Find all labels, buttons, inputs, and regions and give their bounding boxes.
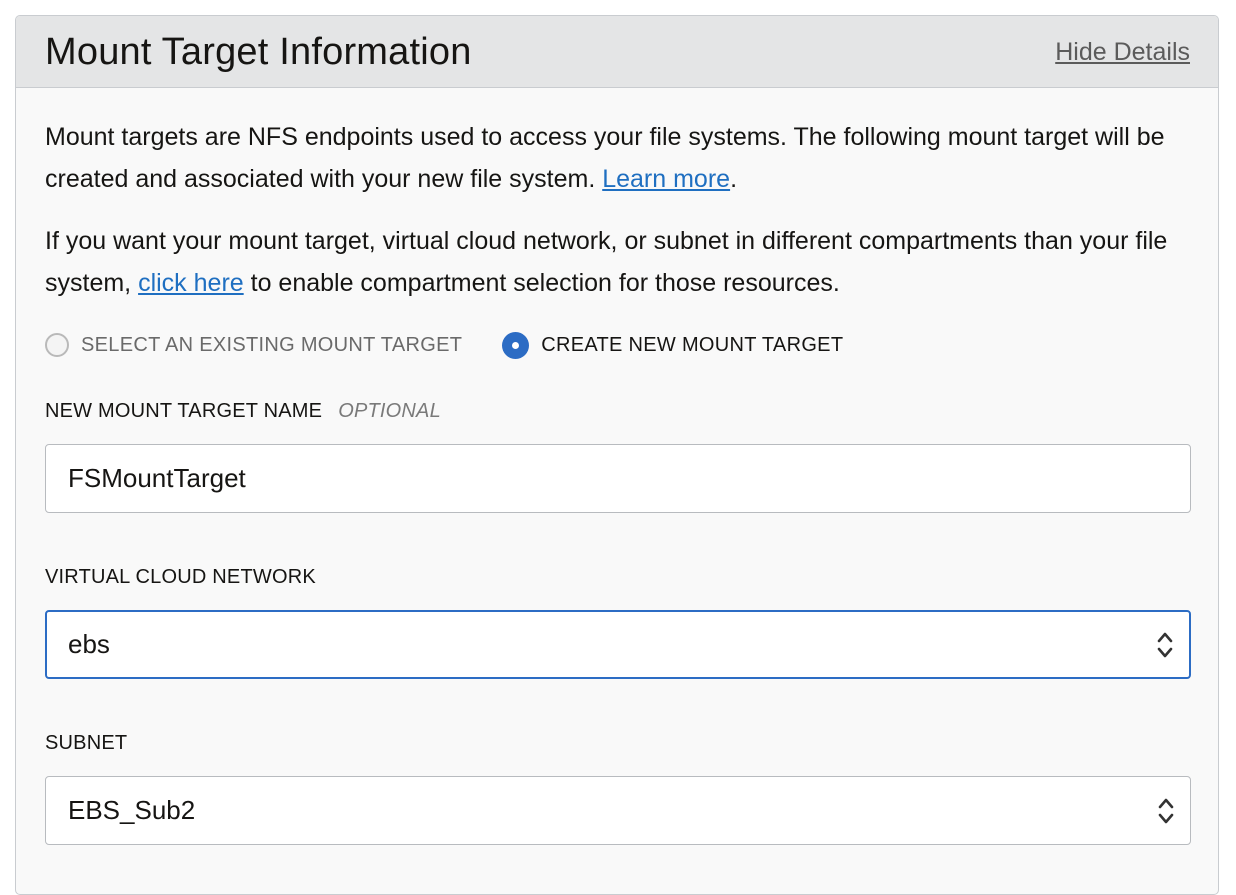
vcn-select[interactable]: ebs [45, 610, 1191, 679]
compartment-paragraph: If you want your mount target, virtual c… [45, 220, 1195, 304]
compartment-text-end: to enable compartment selection for thos… [243, 269, 840, 297]
panel-header: Mount Target Information Hide Details [16, 16, 1218, 88]
radio-label: CREATE NEW MOUNT TARGET [541, 333, 844, 356]
radio-create-new[interactable]: CREATE NEW MOUNT TARGET [502, 331, 844, 359]
radio-label: SELECT AN EXISTING MOUNT TARGET [81, 333, 463, 356]
intro-paragraph: Mount targets are NFS endpoints used to … [45, 116, 1195, 200]
subnet-select-value: EBS_Sub2 [68, 795, 196, 825]
radio-select-existing[interactable]: SELECT AN EXISTING MOUNT TARGET [45, 333, 462, 357]
radio-unchecked-icon[interactable] [45, 333, 69, 357]
mount-target-name-input[interactable]: FSMountTarget [45, 444, 1191, 513]
vcn-label: VIRTUAL CLOUD NETWORK [45, 566, 316, 588]
click-here-link[interactable]: click here [138, 269, 244, 297]
learn-more-link[interactable]: Learn more [602, 165, 730, 193]
intro-end: . [730, 165, 738, 193]
vcn-select-value: ebs [68, 629, 110, 659]
hide-details-link[interactable]: Hide Details [1055, 38, 1190, 67]
panel-title: Mount Target Information [45, 31, 472, 73]
subnet-select[interactable]: EBS_Sub2 [45, 776, 1191, 845]
mount-target-name-label: NEW MOUNT TARGET NAME OPTIONAL [45, 400, 441, 423]
field-label-text: NEW MOUNT TARGET NAME [45, 400, 323, 422]
radio-checked-icon[interactable] [502, 331, 530, 359]
chevron-up-down-icon [1157, 632, 1173, 657]
optional-tag: OPTIONAL [338, 400, 441, 422]
subnet-label: SUBNET [45, 732, 128, 754]
mount-target-panel: Mount Target Information Hide Details Mo… [15, 15, 1219, 895]
chevron-up-down-icon [1158, 798, 1174, 823]
mount-target-mode-radio-group: SELECT AN EXISTING MOUNT TARGET CREATE N… [45, 330, 883, 360]
